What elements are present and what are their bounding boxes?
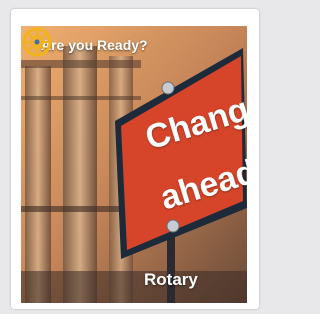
brand-name: Rotary xyxy=(144,270,198,289)
headline: Are you Ready? xyxy=(41,37,148,53)
poster-image[interactable]: Are you Ready? Changes ahead Rotary xyxy=(21,26,247,303)
rotary-wheel-icon xyxy=(22,27,52,57)
